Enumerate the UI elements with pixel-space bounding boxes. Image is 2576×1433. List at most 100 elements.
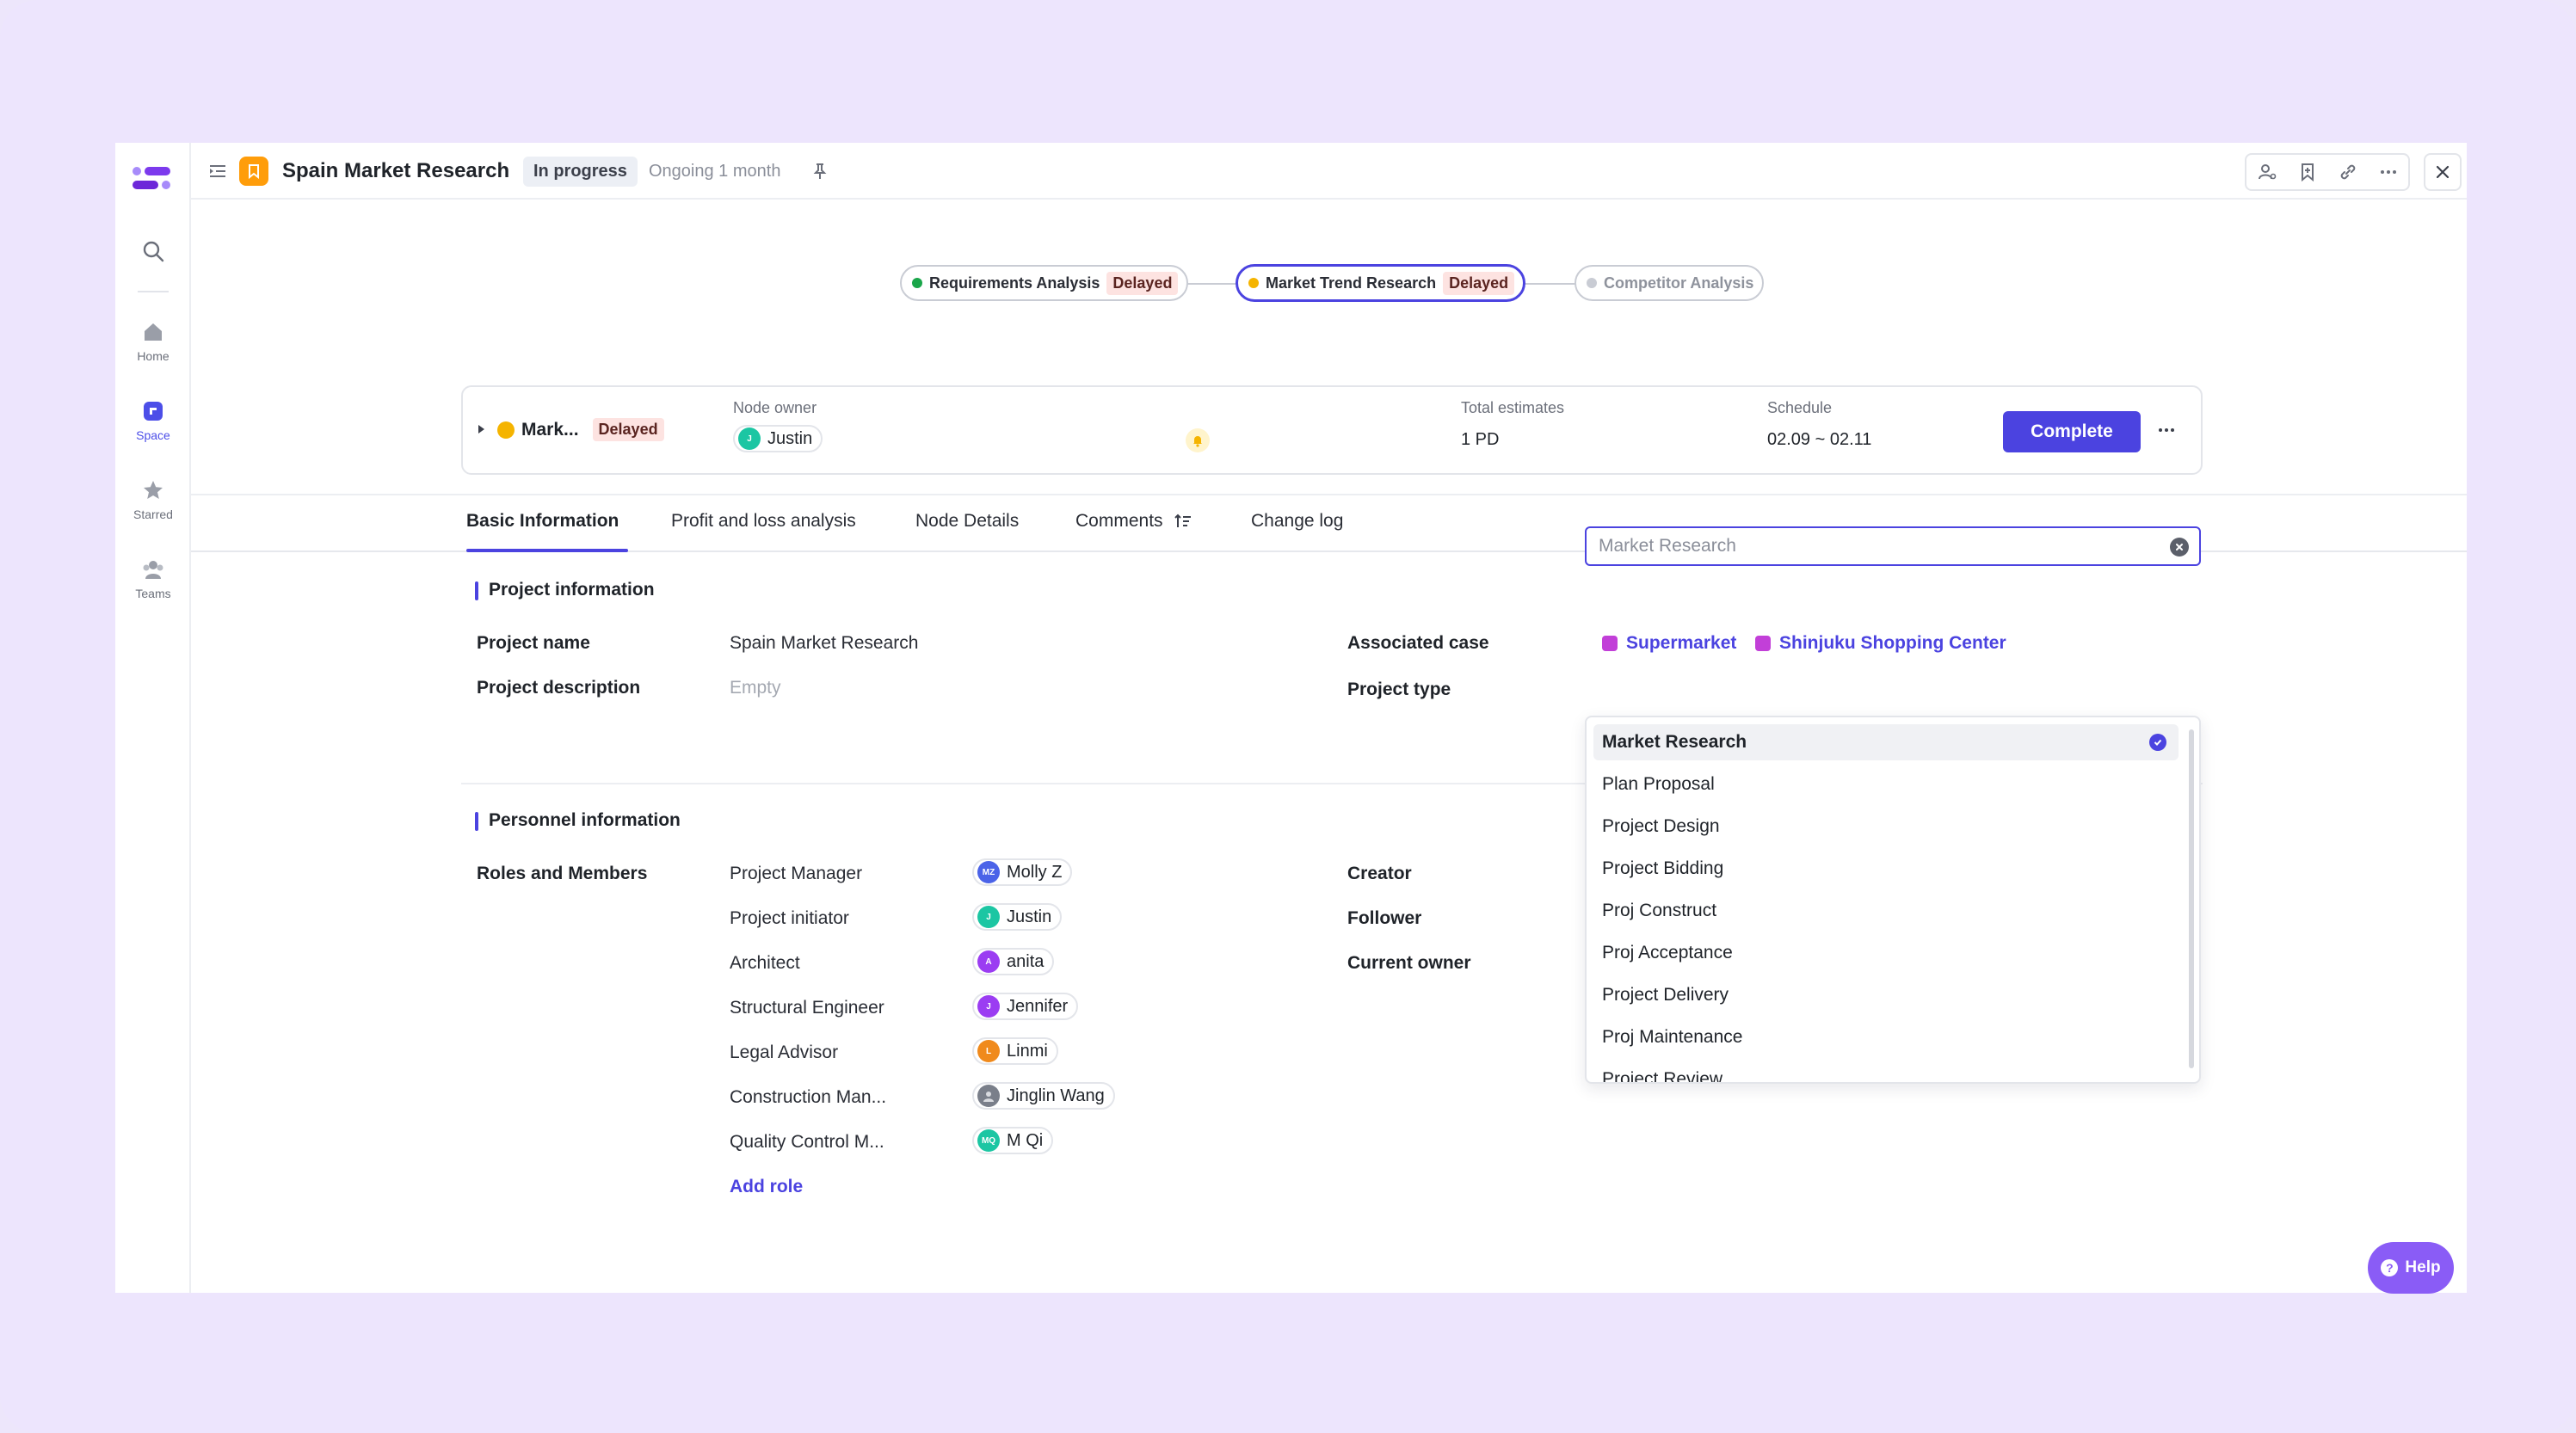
- check-icon: [2149, 734, 2166, 751]
- add-role-link[interactable]: Add role: [730, 1177, 803, 1197]
- star-icon: [144, 481, 163, 499]
- dropdown-scrollbar[interactable]: [2189, 729, 2194, 1068]
- node-name: Mark...: [521, 419, 579, 440]
- status-badge[interactable]: In progress: [523, 156, 638, 187]
- flow-node-label: Competitor Analysis: [1604, 274, 1754, 292]
- pin-button[interactable]: [810, 143, 829, 200]
- app-logo-icon[interactable]: [132, 163, 174, 194]
- app-frame: Home Space Starred Teams Spain Market Re…: [0, 0, 2576, 1433]
- option-label: Proj Acceptance: [1602, 943, 1733, 963]
- project-description-value[interactable]: Empty: [730, 678, 781, 698]
- current-owner-label: Current owner: [1347, 953, 1471, 973]
- owner-chip[interactable]: J Justin: [733, 425, 823, 452]
- option-label: Plan Proposal: [1602, 774, 1715, 794]
- schedule-value[interactable]: 02.09 ~ 02.11: [1767, 430, 1871, 450]
- dropdown-option[interactable]: Plan Proposal: [1593, 766, 2179, 803]
- node-summary-card: Mark... Delayed Node owner J Justin Tota…: [461, 385, 2203, 475]
- expand-node-button[interactable]: [475, 421, 487, 440]
- bookmark-button[interactable]: [2287, 155, 2327, 189]
- project-type-select[interactable]: Market Research: [1585, 526, 2201, 566]
- flow-node-label: Requirements Analysis: [929, 274, 1100, 292]
- member-chip[interactable]: MQ M Qi: [972, 1127, 1054, 1154]
- member-name: anita: [1007, 951, 1045, 971]
- flow-node-market-trend[interactable]: Market Trend Research Delayed: [1236, 264, 1526, 302]
- member-name: Molly Z: [1007, 862, 1063, 882]
- complete-button[interactable]: Complete: [2003, 411, 2141, 452]
- associated-case-label: Associated case: [1347, 633, 1489, 653]
- tab-change-log[interactable]: Change log: [1251, 511, 1343, 532]
- tab-basic-information[interactable]: Basic Information: [466, 511, 619, 532]
- dropdown-option[interactable]: Project Delivery: [1593, 977, 2179, 1013]
- avatar: J: [738, 427, 761, 450]
- member-name: Jinglin Wang: [1007, 1086, 1105, 1105]
- dropdown-option[interactable]: Project Design: [1593, 809, 2179, 845]
- dropdown-option[interactable]: Proj Construct: [1593, 893, 2179, 929]
- tab-comments[interactable]: Comments: [1075, 511, 1192, 532]
- more-horizontal-icon: [2159, 428, 2174, 432]
- remind-button[interactable]: [1186, 428, 1210, 452]
- option-label: Project Bidding: [1602, 858, 1724, 878]
- delayed-badge: Delayed: [592, 418, 664, 441]
- close-icon: [2436, 165, 2450, 179]
- rail-item-teams[interactable]: Teams: [115, 557, 191, 600]
- clear-icon[interactable]: [2170, 538, 2189, 557]
- member-chip[interactable]: L Linmi: [972, 1037, 1058, 1065]
- dropdown-option[interactable]: Project Bidding: [1593, 851, 2179, 887]
- case-name: Supermarket: [1626, 633, 1737, 653]
- bell-icon: [1186, 428, 1210, 452]
- member-chip[interactable]: J Justin: [972, 903, 1063, 931]
- option-label: Market Research: [1602, 732, 1747, 752]
- dropdown-option[interactable]: Project Review: [1593, 1061, 2179, 1084]
- node-owner-label: Node owner: [733, 399, 817, 416]
- member-chip[interactable]: Jinglin Wang: [972, 1082, 1115, 1110]
- node-more-button[interactable]: [2156, 420, 2177, 445]
- avatar: MZ: [977, 861, 1000, 883]
- tab-node-details[interactable]: Node Details: [915, 511, 1019, 532]
- copy-link-button[interactable]: [2327, 155, 2368, 189]
- rail-item-starred[interactable]: Starred: [115, 478, 191, 521]
- help-label: Help: [2405, 1258, 2441, 1276]
- dropdown-option[interactable]: Proj Acceptance: [1593, 935, 2179, 971]
- space-icon: [144, 402, 163, 421]
- member-chip[interactable]: Aanita: [972, 948, 1055, 975]
- collapse-sidebar-icon: [210, 165, 225, 177]
- project-description-label: Project description: [477, 678, 641, 698]
- home-icon: [145, 323, 162, 341]
- more-button[interactable]: [2368, 155, 2408, 189]
- delayed-badge: Delayed: [1443, 271, 1515, 295]
- dropdown-option[interactable]: Market Research: [1593, 724, 2179, 760]
- status-dot: [497, 421, 515, 439]
- case-link-shinjuku[interactable]: Shinjuku Shopping Center: [1755, 633, 2006, 654]
- avatar: A: [977, 950, 1000, 973]
- member-chip[interactable]: J Jennifer: [972, 993, 1079, 1020]
- tab-profit-loss[interactable]: Profit and loss analysis: [671, 511, 856, 532]
- project-name-value[interactable]: Spain Market Research: [730, 633, 918, 654]
- dropdown-option[interactable]: Proj Maintenance: [1593, 1019, 2179, 1055]
- option-label: Project Review: [1602, 1069, 1723, 1084]
- member-chip[interactable]: MZ Molly Z: [972, 858, 1073, 886]
- creator-label: Creator: [1347, 864, 1412, 883]
- member-name: Jennifer: [1007, 996, 1069, 1016]
- avatar: L: [977, 1040, 1000, 1062]
- rail-item-home[interactable]: Home: [115, 320, 191, 363]
- member-name: Linmi: [1007, 1041, 1048, 1061]
- rail-item-space[interactable]: Space: [115, 399, 191, 442]
- case-icon: [1755, 636, 1771, 651]
- flow-node-requirements[interactable]: Requirements Analysis Delayed: [900, 265, 1189, 301]
- help-button[interactable]: ? Help: [2368, 1242, 2454, 1294]
- role-label: Project Manager: [730, 864, 863, 883]
- members-button[interactable]: [2246, 155, 2287, 189]
- option-label: Project Design: [1602, 816, 1720, 836]
- sort-icon[interactable]: [1174, 512, 1192, 531]
- close-button[interactable]: [2424, 153, 2462, 191]
- sidebar-toggle[interactable]: [206, 143, 229, 200]
- search-icon[interactable]: [141, 239, 165, 263]
- case-link-supermarket[interactable]: Supermarket: [1602, 633, 1736, 654]
- flow-node-competitor[interactable]: Competitor Analysis: [1575, 265, 1765, 301]
- section-title-personnel: Personnel information: [475, 810, 681, 831]
- member-name: M Qi: [1007, 1130, 1044, 1150]
- avatar: J: [977, 995, 1000, 1018]
- help-icon: ?: [2381, 1259, 2399, 1276]
- pin-icon: [813, 163, 827, 179]
- estimates-label: Total estimates: [1461, 399, 1565, 416]
